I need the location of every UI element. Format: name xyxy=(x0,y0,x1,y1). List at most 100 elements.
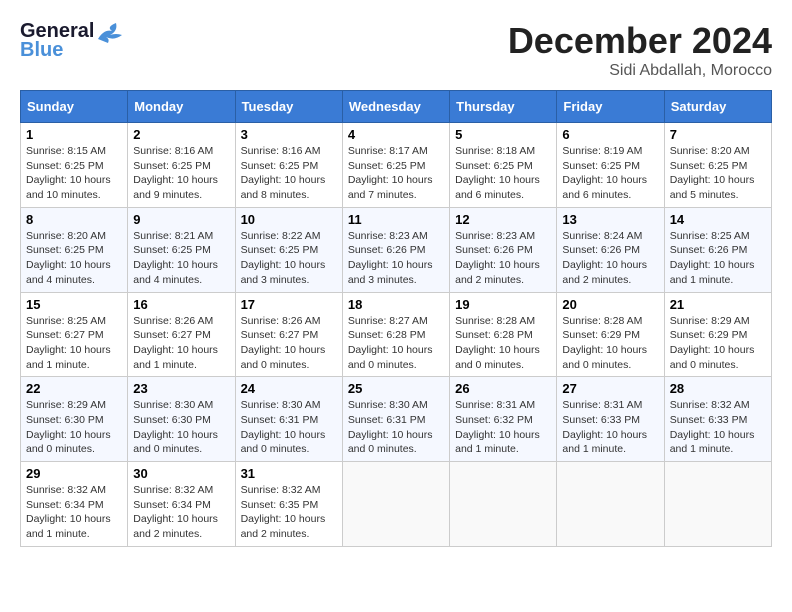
title-block: December 2024 Sidi Abdallah, Morocco xyxy=(508,20,772,80)
day-info: Sunrise: 8:29 AM Sunset: 6:29 PM Dayligh… xyxy=(670,314,766,373)
calendar-cell xyxy=(557,462,664,547)
day-info: Sunrise: 8:16 AM Sunset: 6:25 PM Dayligh… xyxy=(133,144,229,203)
calendar-cell: 21 Sunrise: 8:29 AM Sunset: 6:29 PM Dayl… xyxy=(664,292,771,377)
day-info: Sunrise: 8:16 AM Sunset: 6:25 PM Dayligh… xyxy=(241,144,337,203)
calendar-cell: 4 Sunrise: 8:17 AM Sunset: 6:25 PM Dayli… xyxy=(342,123,449,208)
day-number: 26 xyxy=(455,381,551,396)
day-info: Sunrise: 8:15 AM Sunset: 6:25 PM Dayligh… xyxy=(26,144,122,203)
calendar-cell: 6 Sunrise: 8:19 AM Sunset: 6:25 PM Dayli… xyxy=(557,123,664,208)
day-number: 1 xyxy=(26,127,122,142)
calendar-cell: 9 Sunrise: 8:21 AM Sunset: 6:25 PM Dayli… xyxy=(128,207,235,292)
day-info: Sunrise: 8:28 AM Sunset: 6:28 PM Dayligh… xyxy=(455,314,551,373)
day-number: 20 xyxy=(562,297,658,312)
day-info: Sunrise: 8:30 AM Sunset: 6:31 PM Dayligh… xyxy=(348,398,444,457)
calendar-cell: 24 Sunrise: 8:30 AM Sunset: 6:31 PM Dayl… xyxy=(235,377,342,462)
day-info: Sunrise: 8:25 AM Sunset: 6:26 PM Dayligh… xyxy=(670,229,766,288)
calendar-cell: 25 Sunrise: 8:30 AM Sunset: 6:31 PM Dayl… xyxy=(342,377,449,462)
day-info: Sunrise: 8:21 AM Sunset: 6:25 PM Dayligh… xyxy=(133,229,229,288)
day-info: Sunrise: 8:30 AM Sunset: 6:30 PM Dayligh… xyxy=(133,398,229,457)
calendar-cell xyxy=(342,462,449,547)
day-number: 8 xyxy=(26,212,122,227)
week-row-2: 8 Sunrise: 8:20 AM Sunset: 6:25 PM Dayli… xyxy=(21,207,772,292)
col-monday: Monday xyxy=(128,91,235,123)
col-thursday: Thursday xyxy=(450,91,557,123)
day-info: Sunrise: 8:28 AM Sunset: 6:29 PM Dayligh… xyxy=(562,314,658,373)
day-number: 30 xyxy=(133,466,229,481)
calendar-cell: 22 Sunrise: 8:29 AM Sunset: 6:30 PM Dayl… xyxy=(21,377,128,462)
calendar-cell: 5 Sunrise: 8:18 AM Sunset: 6:25 PM Dayli… xyxy=(450,123,557,208)
day-info: Sunrise: 8:20 AM Sunset: 6:25 PM Dayligh… xyxy=(670,144,766,203)
calendar-cell: 15 Sunrise: 8:25 AM Sunset: 6:27 PM Dayl… xyxy=(21,292,128,377)
calendar-cell: 18 Sunrise: 8:27 AM Sunset: 6:28 PM Dayl… xyxy=(342,292,449,377)
calendar-cell: 1 Sunrise: 8:15 AM Sunset: 6:25 PM Dayli… xyxy=(21,123,128,208)
day-number: 11 xyxy=(348,212,444,227)
calendar-cell: 2 Sunrise: 8:16 AM Sunset: 6:25 PM Dayli… xyxy=(128,123,235,208)
day-number: 6 xyxy=(562,127,658,142)
day-number: 27 xyxy=(562,381,658,396)
day-info: Sunrise: 8:24 AM Sunset: 6:26 PM Dayligh… xyxy=(562,229,658,288)
col-wednesday: Wednesday xyxy=(342,91,449,123)
col-saturday: Saturday xyxy=(664,91,771,123)
day-info: Sunrise: 8:29 AM Sunset: 6:30 PM Dayligh… xyxy=(26,398,122,457)
calendar-cell: 20 Sunrise: 8:28 AM Sunset: 6:29 PM Dayl… xyxy=(557,292,664,377)
day-number: 17 xyxy=(241,297,337,312)
day-number: 9 xyxy=(133,212,229,227)
day-info: Sunrise: 8:17 AM Sunset: 6:25 PM Dayligh… xyxy=(348,144,444,203)
week-row-1: 1 Sunrise: 8:15 AM Sunset: 6:25 PM Dayli… xyxy=(21,123,772,208)
day-number: 29 xyxy=(26,466,122,481)
calendar-cell: 8 Sunrise: 8:20 AM Sunset: 6:25 PM Dayli… xyxy=(21,207,128,292)
day-info: Sunrise: 8:25 AM Sunset: 6:27 PM Dayligh… xyxy=(26,314,122,373)
day-info: Sunrise: 8:31 AM Sunset: 6:33 PM Dayligh… xyxy=(562,398,658,457)
day-number: 21 xyxy=(670,297,766,312)
calendar-cell: 7 Sunrise: 8:20 AM Sunset: 6:25 PM Dayli… xyxy=(664,123,771,208)
logo: General Blue xyxy=(20,20,124,62)
day-info: Sunrise: 8:30 AM Sunset: 6:31 PM Dayligh… xyxy=(241,398,337,457)
day-number: 14 xyxy=(670,212,766,227)
day-info: Sunrise: 8:32 AM Sunset: 6:34 PM Dayligh… xyxy=(133,483,229,542)
col-sunday: Sunday xyxy=(21,91,128,123)
day-number: 24 xyxy=(241,381,337,396)
day-number: 23 xyxy=(133,381,229,396)
day-number: 22 xyxy=(26,381,122,396)
calendar-cell: 23 Sunrise: 8:30 AM Sunset: 6:30 PM Dayl… xyxy=(128,377,235,462)
calendar-cell xyxy=(664,462,771,547)
day-number: 2 xyxy=(133,127,229,142)
calendar-header-row: Sunday Monday Tuesday Wednesday Thursday… xyxy=(21,91,772,123)
day-info: Sunrise: 8:27 AM Sunset: 6:28 PM Dayligh… xyxy=(348,314,444,373)
day-number: 10 xyxy=(241,212,337,227)
day-number: 16 xyxy=(133,297,229,312)
day-number: 12 xyxy=(455,212,551,227)
logo-text-block: General Blue xyxy=(20,20,124,62)
day-number: 31 xyxy=(241,466,337,481)
calendar-cell: 31 Sunrise: 8:32 AM Sunset: 6:35 PM Dayl… xyxy=(235,462,342,547)
logo-blue: Blue xyxy=(20,39,63,62)
day-number: 19 xyxy=(455,297,551,312)
day-info: Sunrise: 8:32 AM Sunset: 6:35 PM Dayligh… xyxy=(241,483,337,542)
day-info: Sunrise: 8:20 AM Sunset: 6:25 PM Dayligh… xyxy=(26,229,122,288)
calendar-cell: 17 Sunrise: 8:26 AM Sunset: 6:27 PM Dayl… xyxy=(235,292,342,377)
day-number: 28 xyxy=(670,381,766,396)
calendar-cell xyxy=(450,462,557,547)
day-info: Sunrise: 8:26 AM Sunset: 6:27 PM Dayligh… xyxy=(133,314,229,373)
calendar-table: Sunday Monday Tuesday Wednesday Thursday… xyxy=(20,90,772,547)
logo-bird-icon xyxy=(96,21,124,43)
page-header: General Blue December 2024 Sidi Abdallah… xyxy=(20,20,772,80)
day-info: Sunrise: 8:23 AM Sunset: 6:26 PM Dayligh… xyxy=(455,229,551,288)
week-row-4: 22 Sunrise: 8:29 AM Sunset: 6:30 PM Dayl… xyxy=(21,377,772,462)
calendar-cell: 29 Sunrise: 8:32 AM Sunset: 6:34 PM Dayl… xyxy=(21,462,128,547)
day-info: Sunrise: 8:26 AM Sunset: 6:27 PM Dayligh… xyxy=(241,314,337,373)
month-title: December 2024 xyxy=(508,20,772,62)
calendar-cell: 13 Sunrise: 8:24 AM Sunset: 6:26 PM Dayl… xyxy=(557,207,664,292)
calendar-cell: 11 Sunrise: 8:23 AM Sunset: 6:26 PM Dayl… xyxy=(342,207,449,292)
location: Sidi Abdallah, Morocco xyxy=(508,62,772,80)
calendar-cell: 26 Sunrise: 8:31 AM Sunset: 6:32 PM Dayl… xyxy=(450,377,557,462)
day-number: 15 xyxy=(26,297,122,312)
calendar-cell: 12 Sunrise: 8:23 AM Sunset: 6:26 PM Dayl… xyxy=(450,207,557,292)
week-row-5: 29 Sunrise: 8:32 AM Sunset: 6:34 PM Dayl… xyxy=(21,462,772,547)
week-row-3: 15 Sunrise: 8:25 AM Sunset: 6:27 PM Dayl… xyxy=(21,292,772,377)
day-number: 4 xyxy=(348,127,444,142)
day-number: 5 xyxy=(455,127,551,142)
day-number: 7 xyxy=(670,127,766,142)
day-info: Sunrise: 8:23 AM Sunset: 6:26 PM Dayligh… xyxy=(348,229,444,288)
day-info: Sunrise: 8:32 AM Sunset: 6:34 PM Dayligh… xyxy=(26,483,122,542)
